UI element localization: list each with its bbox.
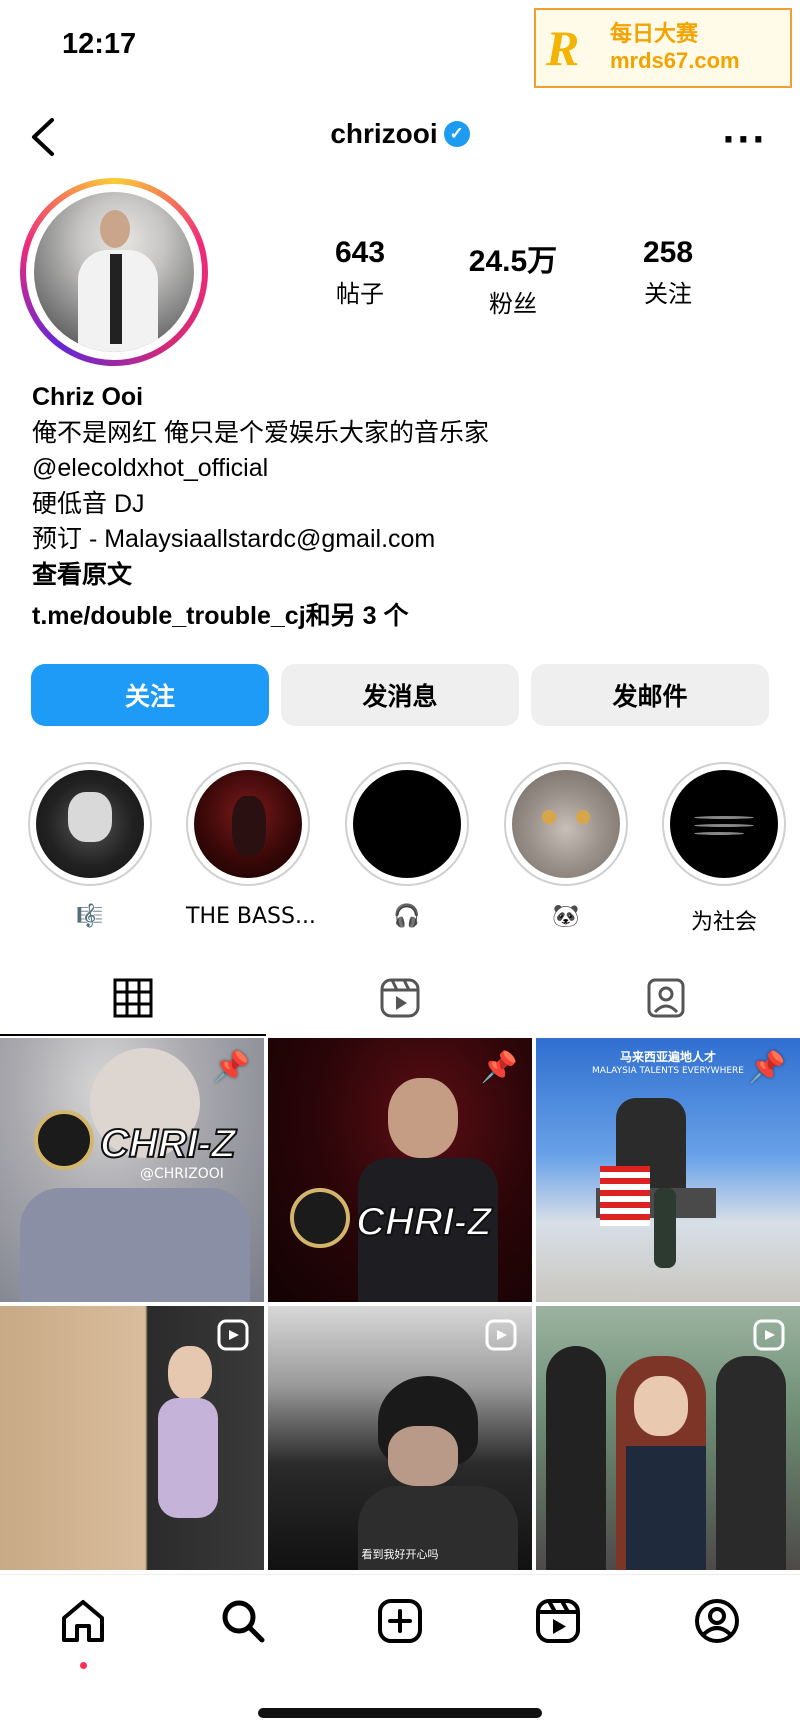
post-thumbnail[interactable] bbox=[536, 1306, 800, 1570]
post-thumbnail[interactable]: 马来西亚遍地人才 MALAYSIA TALENTS EVERYWHERE 📌 bbox=[536, 1038, 800, 1302]
profile-avatar[interactable] bbox=[20, 178, 208, 366]
notification-dot bbox=[80, 1662, 87, 1669]
status-time: 12:17 bbox=[62, 28, 137, 60]
pin-icon: 📌 bbox=[480, 1050, 518, 1085]
bio-mention-link[interactable]: @elecoldxhot_official bbox=[32, 451, 489, 487]
verified-badge-icon: ✓ bbox=[443, 120, 470, 147]
profile-icon[interactable] bbox=[692, 1596, 742, 1646]
search-icon[interactable] bbox=[218, 1596, 268, 1646]
email-button[interactable]: 发邮件 bbox=[531, 664, 769, 726]
reel-icon bbox=[217, 1319, 249, 1351]
stat-followers[interactable]: 24.5万 粉丝 bbox=[443, 236, 583, 319]
reels-icon[interactable] bbox=[533, 1596, 583, 1646]
grid-tab-icon[interactable] bbox=[111, 976, 155, 1020]
reel-icon bbox=[485, 1319, 517, 1351]
home-icon[interactable] bbox=[58, 1596, 108, 1646]
pin-icon: 📌 bbox=[212, 1050, 250, 1085]
more-options-icon[interactable]: ··· bbox=[722, 120, 767, 160]
bio-line: 预订 - Malaysiaallstardc@gmail.com bbox=[32, 525, 436, 553]
reels-tab-icon[interactable] bbox=[378, 976, 422, 1020]
external-links[interactable]: t.me/double_trouble_cj和另 3 个 bbox=[32, 599, 489, 635]
tagged-tab-icon[interactable] bbox=[644, 976, 688, 1020]
stat-following[interactable]: 258 关注 bbox=[598, 236, 738, 309]
highlight-item[interactable]: 🐼 bbox=[504, 762, 628, 929]
highlight-item[interactable]: THE BASS... bbox=[186, 762, 316, 929]
profile-name: Chriz Ooi bbox=[32, 383, 144, 411]
profile-bio: Chriz Ooi 俺不是网红 俺只是个爱娱乐大家的音乐家 @elecoldxh… bbox=[32, 380, 489, 635]
bio-line: 硬低音 DJ bbox=[32, 489, 145, 518]
create-post-icon[interactable] bbox=[375, 1596, 425, 1646]
reel-icon bbox=[753, 1319, 785, 1351]
watermark-title: 每日大赛 bbox=[610, 22, 699, 47]
post-thumbnail[interactable] bbox=[0, 1306, 264, 1570]
post-thumbnail[interactable]: 看到我好开心吗 bbox=[268, 1306, 532, 1570]
watermark-logo: R bbox=[546, 20, 580, 76]
highlight-item[interactable]: 为社会 bbox=[662, 762, 786, 936]
follow-button[interactable]: 关注 bbox=[31, 664, 269, 726]
watermark-banner: R 每日大赛 mrds67.com bbox=[534, 8, 792, 88]
stat-posts[interactable]: 643 帖子 bbox=[290, 236, 430, 309]
pin-icon: 📌 bbox=[748, 1050, 786, 1085]
highlight-item[interactable]: 🎼 bbox=[28, 762, 152, 929]
post-thumbnail[interactable]: CHRI-Z 📌 bbox=[268, 1038, 532, 1302]
message-button[interactable]: 发消息 bbox=[281, 664, 519, 726]
profile-username: chrizooi ✓ bbox=[0, 118, 800, 150]
active-tab-indicator bbox=[0, 1034, 266, 1036]
see-original-link[interactable]: 查看原文 bbox=[32, 558, 489, 594]
highlight-item[interactable]: 🎧 bbox=[345, 762, 469, 929]
watermark-url: mrds67.com bbox=[610, 48, 740, 73]
bio-line: 俺不是网红 俺只是个爱娱乐大家的音乐家 bbox=[32, 418, 489, 447]
home-indicator bbox=[258, 1708, 542, 1718]
post-thumbnail[interactable]: CHRI-Z @CHRIZOOI 📌 bbox=[0, 1038, 264, 1302]
